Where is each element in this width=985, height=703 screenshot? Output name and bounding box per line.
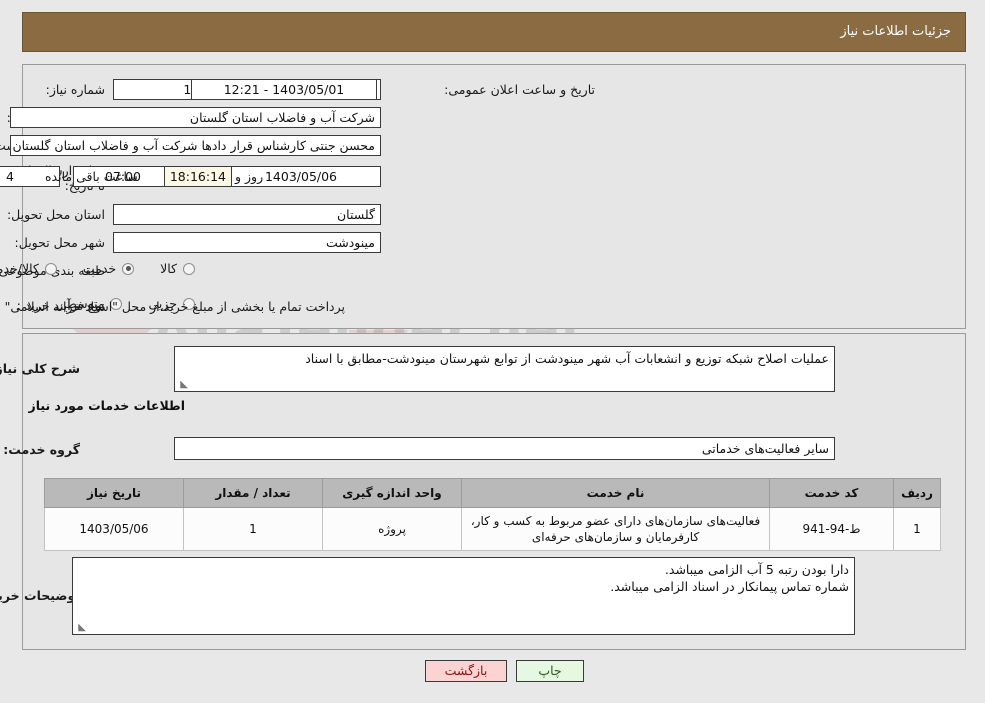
table-row: 1 ط-94-941 فعالیت‌های سازمان‌های دارای ع… xyxy=(44,507,941,551)
delivery-province-value: گلستان xyxy=(113,204,381,225)
deadline-countdown-value: 18:16:14 xyxy=(164,166,232,187)
description-textarea[interactable]: عملیات اصلاح شبکه توزیع و انشعابات آب شه… xyxy=(174,346,835,392)
resize-grip-icon[interactable]: ◣ xyxy=(178,380,188,390)
table-cell-service-name: فعالیت‌های سازمان‌های دارای عضو مربوط به… xyxy=(461,507,770,551)
subject-category-option-1[interactable]: خدمت xyxy=(82,261,135,276)
table-cell-unit: پروژه xyxy=(322,507,462,551)
page-header-bar: جزئیات اطلاعات نیاز xyxy=(22,12,966,52)
resize-grip-icon[interactable]: ◣ xyxy=(76,623,86,633)
page-title: جزئیات اطلاعات نیاز xyxy=(840,24,951,39)
purchase-process-note: پرداخت تمام یا بخشی از مبلغ خرید،از محل … xyxy=(0,299,345,314)
delivery-city-value: مینودشت xyxy=(113,232,381,253)
radio-icon[interactable] xyxy=(44,262,57,275)
deadline-countdown-label: ساعت باقی مانده xyxy=(45,169,138,184)
buyer-notes-line: دارا بودن رتبه 5 آب الزامی میباشد. xyxy=(664,562,849,577)
subject-category-option-2[interactable]: کالا/خدمت xyxy=(0,261,57,276)
services-section-heading: اطلاعات خدمات مورد نیاز xyxy=(28,398,186,413)
delivery-city-label: شهر محل تحویل: xyxy=(14,235,105,250)
table-cell-need-date: 1403/05/06 xyxy=(44,507,184,551)
request-creator-value: محسن جنتی کارشناس قرار دادها شرکت آب و ف… xyxy=(10,135,381,156)
table-cell-quantity: 1 xyxy=(183,507,323,551)
subject-category-option-label: خدمت xyxy=(82,261,117,276)
subject-category-radio-group[interactable]: کالا خدمت کالا/خدمت xyxy=(0,261,195,276)
page-root: AnaTender.net جزئیات اطلاعات نیاز شماره … xyxy=(0,0,985,703)
buyer-notes-label: توضیحات خریدار: xyxy=(0,588,80,603)
service-group-label: گروه خدمت: xyxy=(3,442,80,457)
table-header-cell: ردیف xyxy=(893,478,941,508)
table-header-row: ردیف کد خدمت نام خدمت واحد اندازه گیری ت… xyxy=(44,478,941,508)
table-header-cell: واحد اندازه گیری xyxy=(322,478,462,508)
need-number-label: شماره نیاز: xyxy=(45,82,105,97)
description-label: شرح کلی نیاز: xyxy=(0,361,80,376)
delivery-province-label: استان محل تحویل: xyxy=(6,207,105,222)
deadline-days-label: روز و xyxy=(235,169,264,184)
table-header-cell: تاریخ نیاز xyxy=(44,478,184,508)
subject-category-option-label: کالا xyxy=(160,261,177,276)
table-cell-service-code: ط-94-941 xyxy=(769,507,894,551)
back-button[interactable]: بازگشت xyxy=(425,660,507,682)
table-header-cell: کد خدمت xyxy=(769,478,894,508)
service-group-value: سایر فعالیت‌های خدماتی xyxy=(174,437,835,460)
buyer-org-value: شرکت آب و فاضلاب استان گلستان xyxy=(10,107,381,128)
announce-datetime-value: 1403/05/01 - 12:21 xyxy=(191,79,377,100)
announce-datetime-label: تاریخ و ساعت اعلان عمومی: xyxy=(444,82,595,97)
services-table: ردیف کد خدمت نام خدمت واحد اندازه گیری ت… xyxy=(44,478,941,551)
radio-icon[interactable] xyxy=(183,262,195,275)
subject-category-option-0[interactable]: کالا xyxy=(160,261,195,276)
print-button[interactable]: چاپ xyxy=(516,660,584,682)
need-info-panel xyxy=(22,64,966,329)
buyer-notes-textarea[interactable]: دارا بودن رتبه 5 آب الزامی میباشد. شماره… xyxy=(72,557,855,635)
table-header-cell: نام خدمت xyxy=(461,478,770,508)
radio-icon[interactable] xyxy=(122,262,135,275)
table-cell-row-no: 1 xyxy=(893,507,941,551)
description-text: عملیات اصلاح شبکه توزیع و انشعابات آب شه… xyxy=(305,351,829,366)
table-header-cell: تعداد / مقدار xyxy=(183,478,323,508)
buyer-notes-line: شماره تماس پیمانکار در اسناد الزامی میبا… xyxy=(610,579,849,594)
subject-category-option-label: کالا/خدمت xyxy=(0,261,39,276)
